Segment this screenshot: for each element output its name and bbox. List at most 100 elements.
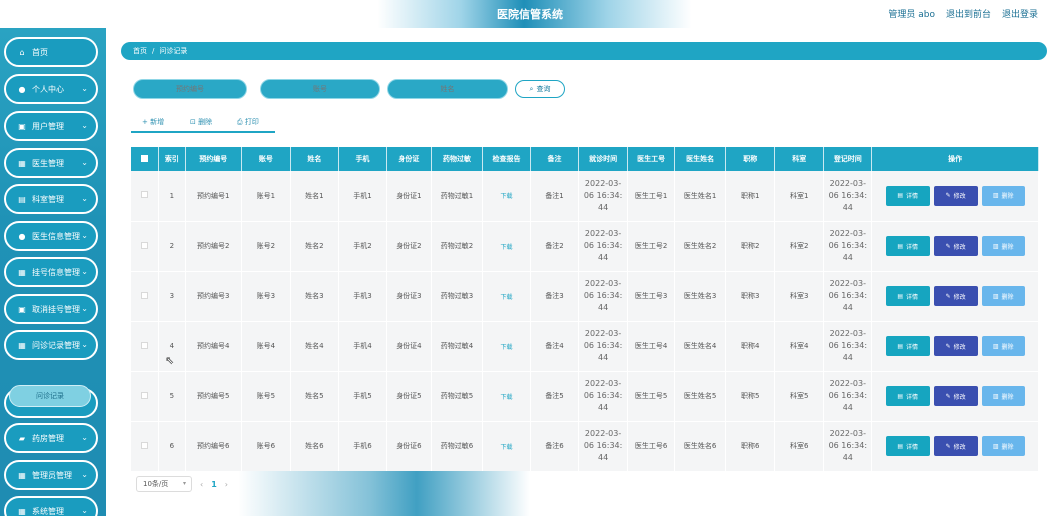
edit-button[interactable]: ✎ 修改 bbox=[933, 286, 978, 306]
sidebar-item[interactable]: ▦ 挂号信息管理 ⌄ bbox=[4, 257, 98, 287]
row-checkbox[interactable] bbox=[141, 291, 149, 299]
cell-dept: 科室5 bbox=[774, 371, 825, 421]
file-icon: ▤ bbox=[897, 292, 903, 300]
name-input[interactable] bbox=[387, 79, 508, 99]
file-icon: ▤ bbox=[897, 342, 903, 350]
detail-button[interactable]: ▤ 详情 bbox=[885, 386, 930, 406]
detail-button[interactable]: ▤ 详情 bbox=[885, 185, 930, 206]
top-bar: 医院信管系统 管理员 abo 退出到前台 退出登录 bbox=[0, 0, 1048, 28]
row-checkbox[interactable] bbox=[141, 241, 149, 249]
cell-idcard: 身份证3 bbox=[386, 271, 432, 321]
cell-account: 账号4 bbox=[241, 321, 291, 371]
select-all-checkbox[interactable] bbox=[141, 154, 149, 162]
visit-time-line: 06 16:34: bbox=[583, 441, 623, 450]
logout-link[interactable]: 退出登录 bbox=[1002, 7, 1038, 20]
cell-reg-time: 2022-03- 06 16:34: 44 bbox=[823, 371, 873, 421]
edit-button[interactable]: ✎ 修改 bbox=[933, 236, 978, 256]
sidebar-subitem-active[interactable]: 问诊记录 bbox=[9, 385, 91, 407]
sidebar-item-label: 首页 bbox=[32, 47, 48, 57]
cell-appt: 预约编号2 bbox=[185, 221, 242, 271]
home-icon: ⌂ bbox=[19, 47, 25, 57]
edit-button[interactable]: ✎ 修改 bbox=[933, 436, 978, 456]
cell-idcard: 身份证2 bbox=[386, 221, 432, 271]
trash-icon: ▥ bbox=[992, 292, 999, 300]
detail-button[interactable]: ▤ 详情 bbox=[885, 436, 930, 456]
batch-delete-button[interactable]: ⊡ 删除 bbox=[190, 117, 212, 127]
table-row: 6 预约编号6 账号6 姓名6 手机6 身份证6 药物过敏6 下载 备注6 2022-03- 06 … bbox=[131, 421, 1039, 471]
cell-title: 职称1 bbox=[725, 171, 776, 221]
page-size-select[interactable]: 10条/页 ▾ bbox=[136, 476, 192, 492]
pagination: 10条/页 ▾ ‹ 1 › bbox=[136, 476, 228, 492]
sidebar-item[interactable]: ● 个人中心 ⌄ bbox=[4, 74, 98, 104]
prev-page-button[interactable]: ‹ bbox=[200, 480, 203, 489]
download-report-link[interactable]: 下载 bbox=[501, 444, 513, 451]
cell-phone: 手机3 bbox=[338, 271, 387, 321]
delete-button[interactable]: ▥ 删除 bbox=[981, 386, 1025, 406]
row-checkbox[interactable] bbox=[141, 341, 149, 349]
account-input[interactable] bbox=[260, 79, 380, 99]
table-row: 3 预约编号3 账号3 姓名3 手机3 身份证3 药物过敏3 下载 备注3 2022-03- 06 … bbox=[131, 271, 1039, 321]
edit-button[interactable]: ✎ 修改 bbox=[933, 185, 978, 206]
search-button[interactable]: ⌕ 查询 bbox=[515, 80, 565, 98]
next-page-button[interactable]: › bbox=[225, 480, 228, 489]
delete-button[interactable]: ▥ 删除 bbox=[981, 436, 1025, 456]
breadcrumb-home[interactable]: 首页 bbox=[133, 46, 147, 56]
appointment-number-input[interactable] bbox=[133, 79, 247, 99]
detail-button[interactable]: ▤ 详情 bbox=[885, 336, 930, 356]
delete-button[interactable]: ▥ 删除 bbox=[981, 185, 1025, 206]
sidebar-item[interactable]: ▰ 药房管理 ⌄ bbox=[4, 423, 98, 453]
pencil-icon: ✎ bbox=[945, 292, 951, 300]
row-checkbox[interactable] bbox=[141, 441, 149, 449]
edit-button[interactable]: ✎ 修改 bbox=[933, 386, 978, 406]
sidebar-item[interactable]: ▦ 管理员管理 ⌄ bbox=[4, 460, 98, 490]
chevron-down-icon: ⌄ bbox=[81, 194, 88, 203]
download-report-link[interactable]: 下载 bbox=[501, 294, 513, 301]
delete-button[interactable]: ▥ 删除 bbox=[981, 236, 1025, 256]
table-row: 2 预约编号2 账号2 姓名2 手机2 身份证2 药物过敏2 下载 备注2 2022-03- 06 … bbox=[131, 221, 1039, 271]
print-button[interactable]: ⎙ 打印 bbox=[237, 117, 259, 127]
sidebar-item[interactable]: ▣ 取消挂号管理 ⌄ bbox=[4, 294, 98, 324]
cell-allergy: 药物过敏5 bbox=[431, 371, 484, 421]
cell-reg-time: 2022-03- 06 16:34: 44 bbox=[823, 171, 873, 221]
cell-title: 职称2 bbox=[725, 221, 776, 271]
sidebar-item[interactable]: ▤ 科室管理 ⌄ bbox=[4, 184, 98, 214]
sidebar-item[interactable]: ▦ 医生管理 ⌄ bbox=[4, 148, 98, 178]
page-number[interactable]: 1 bbox=[211, 480, 217, 489]
row-checkbox[interactable] bbox=[141, 191, 149, 199]
sidebar-item[interactable]: ▦ 系统管理 ⌄ bbox=[4, 496, 98, 516]
sidebar-item[interactable]: ▣ 用户管理 ⌄ bbox=[4, 111, 98, 141]
sidebar-item[interactable]: ● 医生信息管理 ⌄ bbox=[4, 221, 98, 251]
chevron-down-icon: ⌄ bbox=[81, 470, 88, 479]
sidebar-item[interactable]: ▦ 问诊记录管理 ⌄ bbox=[4, 330, 98, 360]
cell-visit-time: 2022-03- 06 16:34: 44 bbox=[578, 421, 629, 471]
pencil-icon: ✎ bbox=[945, 392, 951, 400]
plus-icon: + bbox=[142, 118, 148, 126]
cell-doc_name: 医生姓名3 bbox=[674, 271, 727, 321]
cell-appt: 预约编号4 bbox=[185, 321, 242, 371]
sidebar-item[interactable]: ⌂ 首页 bbox=[4, 37, 98, 67]
delete-button[interactable]: ▥ 删除 bbox=[981, 286, 1025, 306]
download-report-link[interactable]: 下载 bbox=[501, 193, 513, 200]
document-icon: ▤ bbox=[18, 194, 26, 204]
cell-account: 账号5 bbox=[241, 371, 291, 421]
visit-time-line: 44 bbox=[597, 253, 609, 262]
back-to-frontend-link[interactable]: 退出到前台 bbox=[946, 7, 991, 20]
detail-button[interactable]: ▤ 详情 bbox=[885, 236, 930, 256]
add-button[interactable]: + 新增 bbox=[142, 117, 164, 127]
row-checkbox-cell bbox=[131, 221, 160, 271]
cell-doc_id: 医生工号4 bbox=[627, 321, 676, 371]
grid-icon: ▦ bbox=[18, 340, 26, 350]
edit-button-label: 修改 bbox=[953, 243, 966, 251]
download-report-link[interactable]: 下载 bbox=[501, 344, 513, 351]
detail-button[interactable]: ▤ 详情 bbox=[885, 286, 930, 306]
download-report-link[interactable]: 下载 bbox=[501, 394, 513, 401]
row-checkbox-cell bbox=[131, 271, 160, 321]
row-checkbox[interactable] bbox=[141, 391, 149, 399]
edit-button[interactable]: ✎ 修改 bbox=[933, 336, 978, 356]
search-icon: ⌕ bbox=[529, 84, 534, 93]
admin-user-link[interactable]: 管理员 abo bbox=[888, 7, 935, 20]
delete-button[interactable]: ▥ 删除 bbox=[981, 336, 1025, 356]
download-report-link[interactable]: 下载 bbox=[501, 244, 513, 251]
cell-report: 下载 bbox=[482, 421, 532, 471]
cell-dept: 科室1 bbox=[774, 171, 825, 221]
